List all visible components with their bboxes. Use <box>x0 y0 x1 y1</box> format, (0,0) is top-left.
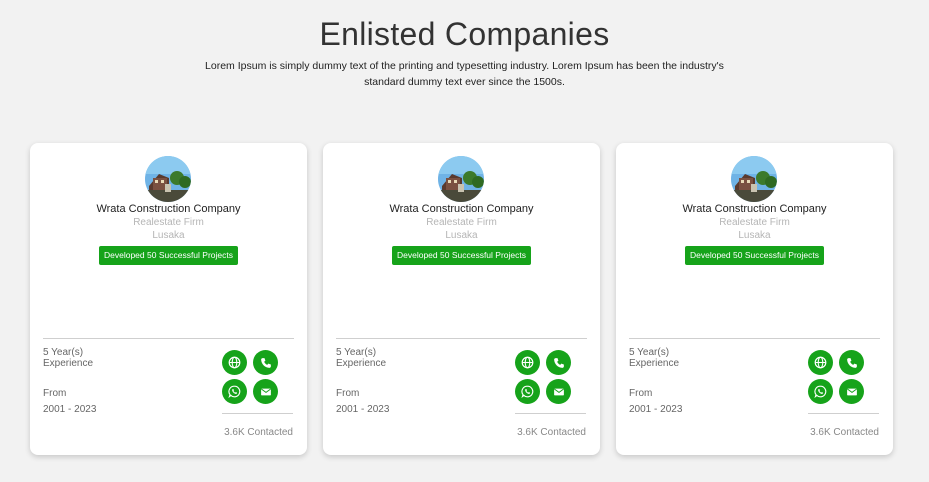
contact-icons <box>222 350 278 404</box>
mail-icon[interactable] <box>253 379 278 404</box>
experience-years: 5 Year(s) <box>629 347 670 358</box>
page-title: Enlisted Companies <box>319 16 610 52</box>
contacted-count: 3.6K Contacted <box>810 427 879 438</box>
company-type: Realestate Firm <box>426 217 497 228</box>
whatsapp-icon[interactable] <box>515 379 540 404</box>
divider <box>808 413 879 414</box>
company-avatar <box>145 156 191 202</box>
company-type: Realestate Firm <box>719 217 790 228</box>
phone-icon[interactable] <box>839 350 864 375</box>
mail-icon[interactable] <box>546 379 571 404</box>
divider <box>515 413 586 414</box>
company-card[interactable]: Wrata Construction Company Realestate Fi… <box>323 143 600 455</box>
divider <box>222 413 293 414</box>
experience-years: 5 Year(s) <box>336 347 377 358</box>
experience-label: Experience <box>43 358 94 369</box>
divider <box>336 338 587 339</box>
from-label: From <box>336 388 360 399</box>
company-card-list: Wrata Construction Company Realestate Fi… <box>30 143 893 455</box>
company-city: Lusaka <box>445 230 478 241</box>
whatsapp-icon[interactable] <box>222 379 247 404</box>
company-card[interactable]: Wrata Construction Company Realestate Fi… <box>616 143 893 455</box>
phone-icon[interactable] <box>546 350 571 375</box>
period-range: 2001 - 2023 <box>629 404 683 415</box>
experience-block: 5 Year(s) Experience <box>629 347 679 369</box>
experience-label: Experience <box>336 358 387 369</box>
period-block: From 2001 - 2023 <box>336 386 389 418</box>
period-block: From 2001 - 2023 <box>629 386 682 418</box>
whatsapp-icon[interactable] <box>808 379 833 404</box>
company-city: Lusaka <box>152 230 185 241</box>
period-range: 2001 - 2023 <box>336 404 390 415</box>
divider <box>43 338 294 339</box>
globe-icon[interactable] <box>222 350 247 375</box>
company-name: Wrata Construction Company <box>96 203 241 215</box>
contacted-count: 3.6K Contacted <box>517 427 586 438</box>
page-subtitle: Lorem Ipsum is simply dummy text of the … <box>205 60 724 88</box>
experience-block: 5 Year(s) Experience <box>336 347 386 369</box>
divider <box>629 338 880 339</box>
company-type: Realestate Firm <box>133 217 204 228</box>
company-avatar <box>731 156 777 202</box>
experience-block: 5 Year(s) Experience <box>43 347 93 369</box>
experience-years: 5 Year(s) <box>43 347 84 358</box>
company-name: Wrata Construction Company <box>682 203 827 215</box>
projects-badge: Developed 50 Successful Projects <box>685 246 824 265</box>
phone-icon[interactable] <box>253 350 278 375</box>
contact-icons <box>515 350 571 404</box>
contacted-count: 3.6K Contacted <box>224 427 293 438</box>
projects-badge: Developed 50 Successful Projects <box>392 246 531 265</box>
contact-icons <box>808 350 864 404</box>
from-label: From <box>43 388 67 399</box>
from-label: From <box>629 388 653 399</box>
period-block: From 2001 - 2023 <box>43 386 96 418</box>
company-avatar <box>438 156 484 202</box>
page-header: Enlisted Companies Lorem Ipsum is simply… <box>0 0 929 90</box>
mail-icon[interactable] <box>839 379 864 404</box>
period-range: 2001 - 2023 <box>43 404 97 415</box>
experience-label: Experience <box>629 358 680 369</box>
company-card[interactable]: Wrata Construction Company Realestate Fi… <box>30 143 307 455</box>
globe-icon[interactable] <box>515 350 540 375</box>
projects-badge: Developed 50 Successful Projects <box>99 246 238 265</box>
company-name: Wrata Construction Company <box>389 203 534 215</box>
globe-icon[interactable] <box>808 350 833 375</box>
company-city: Lusaka <box>738 230 771 241</box>
